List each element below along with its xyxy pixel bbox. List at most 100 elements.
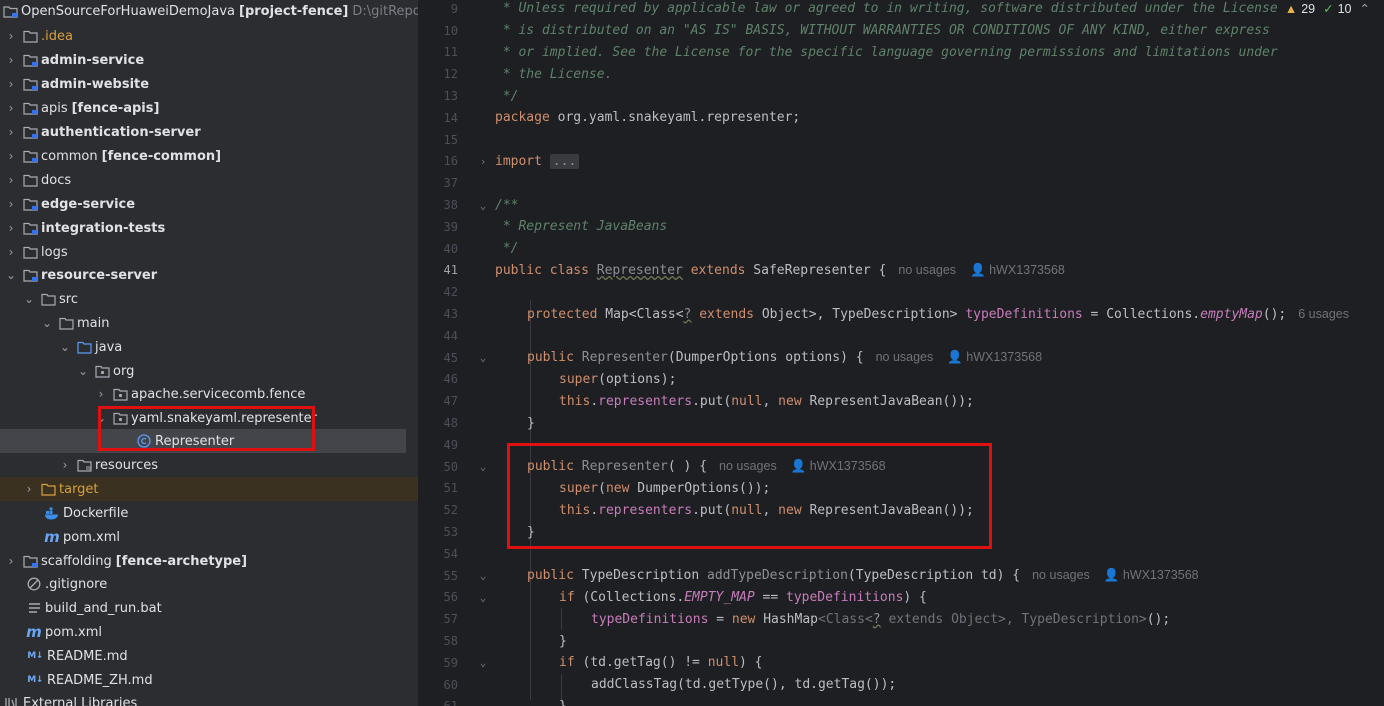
code-line: 47 this.representers.put(null, new Repre… [443,393,974,409]
chevron-right-icon[interactable]: › [58,458,72,472]
code-line-current: 41 public class Representer extends Safe… [443,262,1065,278]
code-line: 44 [443,328,458,343]
code-line: 13 */ [443,88,519,104]
chevron-right-icon[interactable]: › [4,149,18,163]
code-line: 9 * Unless required by applicable law or… [450,1,1278,17]
tree-item-apache-servicecomb-fence[interactable]: › apache.servicecomb.fence [0,382,418,406]
module-folder-icon [22,148,38,164]
tree-item-label: scaffolding [41,553,112,569]
fold-expand-icon[interactable]: › [474,155,492,168]
tree-item-apis[interactable]: › apis [fence-apis] [0,96,418,120]
author-hint[interactable]: 👤 hWX1373568 [791,459,886,473]
chevron-right-icon[interactable]: › [4,197,18,211]
module-folder-icon [22,124,38,140]
tree-item-resource-server[interactable]: ⌄ resource-server [0,263,418,287]
tree-item-resources[interactable]: › resources [0,453,418,477]
chevron-down-icon[interactable]: ⌄ [40,316,54,330]
folder-icon [22,28,38,44]
tree-item-external-libraries[interactable]: External Libraries [0,691,418,706]
tree-item-yaml-snakeyaml-representer[interactable]: ⌄ yaml.snakeyaml.representer [0,406,418,430]
chevron-down-icon[interactable]: ⌄ [4,268,18,282]
fold-collapse-icon[interactable]: ⌄ [474,569,492,582]
tree-item-label: src [59,291,78,307]
chevron-down-icon[interactable]: ⌄ [58,340,72,354]
chevron-right-icon[interactable]: › [4,245,18,259]
chevron-right-icon[interactable]: › [4,173,18,187]
usages-hint[interactable]: no usages 👤 hWX1373568 [898,263,1065,278]
folded-imports[interactable]: ... [549,153,580,169]
code-line: 57 typeDefinitions = new HashMap<Class<?… [443,611,1171,627]
chevron-right-icon[interactable]: › [22,482,36,496]
usages-hint[interactable]: no usages 👤 hWX1373568 [1032,568,1199,583]
tree-item-label: .idea [41,28,73,44]
chevron-right-icon[interactable]: › [4,221,18,235]
tree-item-label: apis [41,100,68,116]
tree-item-idea[interactable]: › .idea [0,24,418,48]
tree-item-root-pom-xml[interactable]: › m pom.xml [0,620,418,644]
code-line: 39 * Represent JavaBeans [443,219,668,235]
code-line: 42 [443,285,458,300]
tree-item-label: admin-service [41,52,145,68]
tree-item-gitignore[interactable]: › .gitignore [0,572,418,596]
tree-item-org[interactable]: ⌄ org [0,359,418,383]
code-line: 50 ⌄ public Representer( ) { no usages 👤 h… [443,459,886,475]
module-folder-icon [22,220,38,236]
tree-item-scaffolding[interactable]: › scaffolding [fence-archetype] [0,549,418,573]
chevron-right-icon[interactable]: › [4,53,18,67]
tree-item-admin-website[interactable]: › admin-website [0,72,418,96]
tree-item-logs[interactable]: › logs [0,240,418,264]
tree-item-label: README.md [47,648,128,664]
markdown-icon: M↓ [27,651,43,661]
tree-item-label: logs [41,244,68,260]
usages-hint[interactable]: no usages 👤 hWX1373568 [719,459,886,474]
chevron-right-icon[interactable]: › [4,101,18,115]
tree-item-label: target [59,481,99,497]
tree-item-edge-service[interactable]: › edge-service [0,192,418,216]
tree-item-authentication-server[interactable]: › authentication-server [0,120,418,144]
tree-item-docs[interactable]: › docs [0,168,418,192]
tree-item-dockerfile[interactable]: › Dockerfile [0,501,418,525]
tree-item-src[interactable]: ⌄ src [0,287,418,311]
chevron-right-icon[interactable]: › [4,125,18,139]
tree-item-readme-md[interactable]: › M↓ README.md [0,644,418,668]
author-hint[interactable]: 👤 hWX1373568 [947,350,1042,364]
maven-icon: m [44,528,60,546]
tree-item-label: authentication-server [41,124,201,140]
package-icon [112,410,128,426]
chevron-down-icon[interactable]: ⌄ [22,292,36,306]
code-line: 11 * or implied. See the License for the… [443,44,1278,60]
chevron-right-icon[interactable]: › [4,29,18,43]
tree-item-label: pom.xml [45,624,102,640]
tree-item-java[interactable]: ⌄ java [0,335,418,359]
usages-hint[interactable]: 6 usages [1298,307,1349,321]
chevron-down-icon[interactable]: ⌄ [76,364,90,378]
fold-collapse-icon[interactable]: ⌄ [474,351,492,364]
tree-item-label: resource-server [41,267,158,283]
fold-collapse-icon[interactable]: ⌄ [474,460,492,473]
tree-item-label: Dockerfile [63,505,129,521]
tree-item-project-root[interactable]: OpenSourceForHuaweiDemoJava [project-fen… [0,0,418,22]
usages-hint[interactable]: no usages 👤 hWX1373568 [876,350,1043,365]
tree-item-target[interactable]: › target [0,477,418,501]
chevron-down-icon[interactable]: ⌄ [94,411,108,425]
author-hint[interactable]: 👤 hWX1373568 [970,263,1065,277]
tree-item-main[interactable]: ⌄ main [0,311,418,335]
chevron-right-icon[interactable]: › [94,387,108,401]
tree-item-pom-xml[interactable]: › m pom.xml [0,525,418,549]
author-hint[interactable]: 👤 hWX1373568 [1104,568,1199,582]
code-line: 61 } [418,696,1384,706]
tree-item-representer-class[interactable]: › Representer [0,429,406,453]
tree-item-build-and-run-bat[interactable]: › build_and_run.bat [0,596,418,620]
code-editor[interactable]: ▲ 29 ✓ 10 ⌃ 9 * Unless required by appli… [418,0,1384,706]
tree-item-integration-tests[interactable]: › integration-tests [0,216,418,240]
fold-collapse-icon[interactable]: ⌄ [474,591,492,604]
tree-item-readme-zh-md[interactable]: › M↓ README_ZH.md [0,668,418,692]
tree-item-common[interactable]: › common [fence-common] [0,144,418,168]
chevron-right-icon[interactable]: › [4,77,18,91]
fold-collapse-icon[interactable]: ⌄ [474,656,492,669]
tree-item-admin-service[interactable]: › admin-service [0,48,418,72]
chevron-right-icon[interactable]: › [4,554,18,568]
text-file-icon [26,600,42,616]
fold-collapse-icon[interactable]: ⌄ [474,199,492,212]
tree-item-module-tag: [fence-common] [101,148,222,164]
